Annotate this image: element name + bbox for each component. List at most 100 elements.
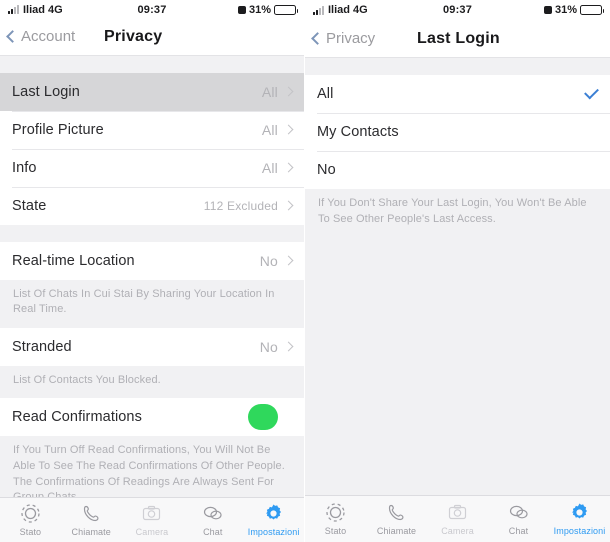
right-screen-last-login: Iliad 4G 09:37 31% Privacy Last Login Al…	[305, 0, 610, 542]
tab-impostazioni[interactable]: Impostazioni	[243, 498, 304, 542]
row-label: Stranded	[12, 338, 72, 355]
camera-icon	[447, 502, 468, 523]
row-state[interactable]: State 112 Excluded	[0, 186, 304, 225]
chevron-right-icon	[283, 341, 294, 352]
signal-bars-icon	[8, 5, 19, 15]
last-login-options-group: All My Contacts No	[305, 75, 610, 189]
row-blocked[interactable]: Stranded No	[0, 327, 304, 366]
chat-bubbles-icon	[202, 503, 223, 524]
status-bar-right-group: 31%	[167, 4, 299, 16]
option-all[interactable]: All	[305, 75, 610, 113]
signal-bars-icon	[313, 5, 324, 15]
back-button-account[interactable]: Account	[6, 28, 75, 45]
tab-label: Stato	[19, 526, 42, 537]
carrier-label: Iliad 4G	[328, 4, 368, 16]
tab-bar-right: Stato Chiamate Camera Chat Impostazioni	[305, 495, 610, 542]
camera-icon	[141, 503, 162, 524]
carrier-label: Iliad 4G	[23, 3, 63, 16]
blocked-footer-text: List Of Contacts You Blocked.	[0, 365, 304, 399]
chevron-right-icon	[283, 255, 294, 266]
chevron-left-icon	[6, 30, 19, 44]
tab-camera[interactable]: Camera	[122, 498, 183, 542]
gear-icon	[569, 502, 590, 523]
status-rings-icon	[325, 502, 346, 523]
location-footer-text: List Of Chats In Cui Stai By Sharing You…	[0, 279, 304, 328]
read-confirmations-footer-text: If You Turn Off Read Confirmations, You …	[0, 436, 304, 497]
clock-label: 09:37	[442, 4, 473, 16]
tab-label: Impostazioni	[553, 526, 606, 536]
chevron-right-icon	[283, 124, 294, 135]
read-confirmations-group: Read Confirmations	[0, 398, 304, 437]
phone-icon	[386, 502, 407, 523]
tab-bar-left: Stato Chiamate Camera Chat Impostazioni	[0, 496, 304, 542]
nav-bar-left: Account Privacy	[0, 19, 304, 56]
tab-chat[interactable]: Chat	[488, 496, 549, 542]
tab-stato[interactable]: Stato	[0, 498, 61, 542]
last-login-footer-text: If You Don't Share Your Last Login, You …	[305, 189, 610, 238]
status-bar-right-group: 31%	[472, 4, 605, 16]
battery-icon	[580, 5, 605, 15]
row-value: All	[261, 121, 278, 138]
tab-label: Camera	[441, 526, 474, 536]
left-screen-privacy: Iliad 4G 09:37 31% Account Privacy Last …	[0, 0, 305, 542]
tab-label: Chiamate	[71, 526, 111, 537]
tab-chiamate[interactable]: Chiamate	[61, 498, 122, 542]
row-value: All	[261, 83, 278, 100]
row-value: No	[259, 252, 278, 269]
option-label: All	[317, 86, 334, 102]
row-label: State	[12, 197, 47, 214]
toggle-knob	[248, 404, 278, 431]
status-rings-icon	[20, 503, 41, 524]
tab-chiamate[interactable]: Chiamate	[366, 496, 427, 542]
row-label: Real-time Location	[12, 252, 135, 269]
checkmark-icon	[584, 84, 599, 100]
status-bar-left: Iliad 4G 09:37 31%	[0, 0, 304, 20]
chevron-right-icon	[283, 86, 294, 97]
tab-camera[interactable]: Camera	[427, 496, 488, 542]
row-read-confirmations[interactable]: Read Confirmations	[0, 398, 304, 437]
chevron-right-icon	[283, 162, 294, 173]
row-last-login[interactable]: Last Login All	[0, 72, 304, 111]
battery-icon	[274, 4, 299, 15]
row-label: Profile Picture	[12, 121, 104, 138]
right-content: All My Contacts No If You Don't Share Yo…	[305, 58, 610, 495]
nav-bar-right: Privacy Last Login	[305, 20, 610, 58]
privacy-group-one: Last Login All Profile Picture All Info …	[0, 72, 304, 225]
row-profile-picture[interactable]: Profile Picture All	[0, 110, 304, 149]
clock-label: 09:37	[137, 3, 167, 16]
option-label: My Contacts	[317, 124, 399, 140]
row-realtime-location[interactable]: Real-time Location No	[0, 241, 304, 280]
back-button-privacy[interactable]: Privacy	[311, 30, 376, 47]
alarm-icon	[543, 6, 552, 14]
gear-icon	[263, 503, 284, 524]
realtime-location-group: Real-time Location No	[0, 241, 304, 280]
tab-label: Stato	[324, 526, 347, 536]
read-confirmations-toggle[interactable]	[248, 404, 292, 431]
tab-label: Chat	[508, 526, 529, 536]
left-content: Last Login All Profile Picture All Info …	[0, 55, 304, 497]
battery-percent-label: 31%	[554, 4, 578, 16]
blocked-group: Stranded No	[0, 327, 304, 366]
option-no[interactable]: No	[305, 151, 610, 189]
tab-label: Impostazioni	[247, 526, 300, 537]
chevron-left-icon	[311, 32, 324, 45]
option-my-contacts[interactable]: My Contacts	[305, 113, 610, 151]
row-value: 112 Excluded	[203, 198, 278, 213]
option-label: No	[317, 162, 336, 178]
tab-chat[interactable]: Chat	[182, 498, 243, 542]
status-bar-right: Iliad 4G 09:37 31%	[305, 0, 610, 20]
tab-stato[interactable]: Stato	[305, 496, 366, 542]
tab-impostazioni[interactable]: Impostazioni	[549, 496, 610, 542]
chat-bubbles-icon	[508, 502, 529, 523]
tab-label: Chiamate	[376, 526, 417, 536]
alarm-icon	[237, 5, 246, 14]
dual-screenshot-container: Iliad 4G 09:37 31% Account Privacy Last …	[0, 0, 610, 542]
tab-label: Chat	[203, 526, 223, 537]
phone-icon	[81, 503, 102, 524]
back-button-label: Privacy	[326, 30, 376, 47]
row-label: Info	[12, 159, 37, 176]
status-bar-left-group: Iliad 4G	[8, 4, 137, 16]
row-info[interactable]: Info All	[0, 148, 304, 187]
